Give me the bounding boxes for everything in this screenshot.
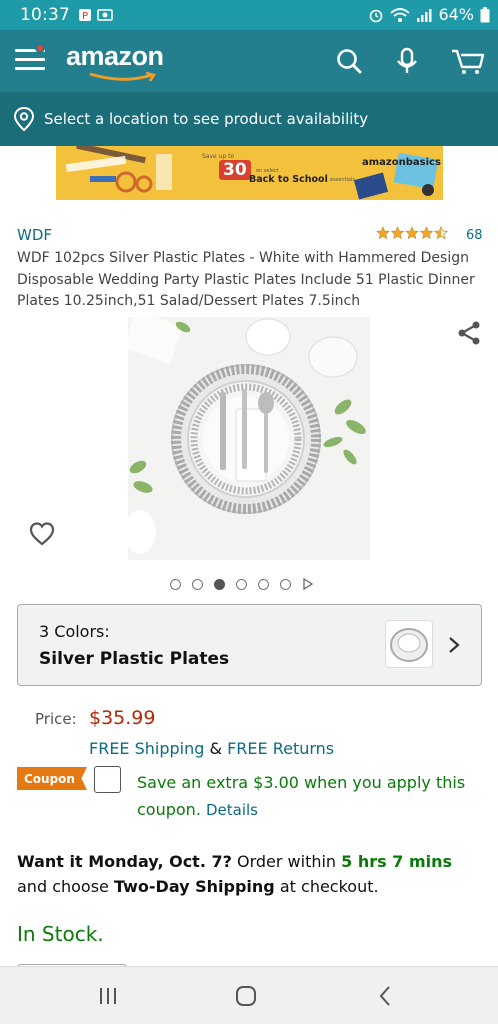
- carousel-dot[interactable]: [170, 578, 181, 590]
- play-video-icon[interactable]: [302, 578, 313, 590]
- smile-icon: [89, 72, 157, 82]
- carousel-dot[interactable]: [280, 578, 291, 590]
- banner-percent: 30: [219, 160, 251, 180]
- brand-link[interactable]: WDF: [17, 226, 52, 244]
- order-within: Order within: [231, 852, 342, 871]
- free-returns-link[interactable]: FREE Returns: [227, 739, 334, 758]
- search-icon[interactable]: [334, 46, 364, 76]
- coupon-details-link[interactable]: Details: [206, 801, 258, 819]
- star-rating[interactable]: [376, 226, 450, 240]
- at-checkout: at checkout.: [274, 877, 379, 896]
- variant-count-label: 3 Colors:: [39, 622, 110, 641]
- notification-icon: P: [79, 9, 91, 22]
- shipping-info: FREE Shipping & FREE Returns: [89, 739, 334, 758]
- coupon-text: Save an extra $3.00 when you apply this …: [137, 769, 482, 824]
- microphone-icon[interactable]: [392, 46, 422, 76]
- status-time: 10:37: [20, 5, 70, 25]
- plate-thumbnail-icon: [390, 628, 428, 662]
- color-variant-selector[interactable]: 3 Colors: Silver Plastic Plates: [17, 604, 482, 686]
- product-photo: [128, 317, 370, 560]
- product-image[interactable]: [128, 317, 370, 560]
- variant-selected-name: Silver Plastic Plates: [39, 649, 230, 669]
- product-title: WDF 102pcs Silver Plastic Plates - White…: [17, 250, 475, 309]
- app-header: amazon: [0, 30, 498, 92]
- coupon-badge: Coupon: [17, 767, 87, 790]
- carousel-dot[interactable]: [192, 578, 203, 590]
- shipping-method: Two-Day Shipping: [113, 877, 275, 896]
- price-label: Price:: [35, 710, 77, 728]
- rating-count[interactable]: 68: [466, 228, 483, 243]
- notification-dot: [35, 43, 45, 53]
- signal-icon: [417, 8, 432, 22]
- shipping-amp: &: [204, 739, 228, 758]
- cart-icon[interactable]: [450, 46, 486, 76]
- svg-text:P: P: [82, 11, 88, 22]
- promo-banner[interactable]: Save up to 30 on select Back to School e…: [56, 146, 443, 200]
- carousel-dot[interactable]: [258, 578, 269, 590]
- image-carousel-dots: [170, 578, 313, 590]
- battery-percent: 64%: [438, 5, 474, 24]
- coupon-description: Save an extra $3.00 when you apply this …: [137, 773, 466, 819]
- back-icon[interactable]: [374, 984, 398, 1008]
- price-value: $35.99: [89, 707, 156, 729]
- free-shipping-link[interactable]: FREE Shipping: [89, 739, 204, 758]
- wishlist-heart-icon[interactable]: [28, 520, 56, 548]
- status-right: 64%: [368, 5, 490, 24]
- wifi-icon: [390, 7, 411, 22]
- carousel-dot[interactable]: [236, 578, 247, 590]
- system-nav-bar: [0, 966, 498, 1024]
- recent-apps-icon[interactable]: [96, 984, 120, 1008]
- alarm-icon: [370, 9, 383, 22]
- coupon-checkbox[interactable]: [94, 766, 121, 793]
- stars-icon: [376, 226, 449, 240]
- battery-icon: [480, 6, 490, 22]
- share-icon[interactable]: [456, 320, 482, 346]
- menu-button[interactable]: [15, 43, 45, 72]
- location-pin-icon: [13, 106, 35, 132]
- photo-icon: [97, 9, 113, 21]
- carousel-dot-active[interactable]: [214, 578, 225, 590]
- banner-essentials: essentials: [330, 177, 355, 183]
- stock-status: In Stock.: [17, 922, 104, 946]
- location-text: Select a location to see product availab…: [44, 110, 369, 128]
- status-bar: 10:37 P 64%: [0, 0, 498, 30]
- home-icon[interactable]: [234, 984, 258, 1008]
- delivery-message: Want it Monday, Oct. 7? Order within 5 h…: [17, 849, 487, 899]
- banner-save-up-to: Save up to: [202, 153, 235, 160]
- time-left: 5 hrs 7 mins: [341, 852, 453, 871]
- variant-thumbnail: [385, 620, 433, 668]
- location-bar[interactable]: Select a location to see product availab…: [0, 92, 498, 146]
- banner-brand: amazonbasics: [362, 157, 441, 168]
- delivery-date: Want it Monday, Oct. 7?: [17, 852, 232, 871]
- banner-headline: Back to School: [249, 174, 328, 185]
- chevron-right-icon: [449, 637, 460, 653]
- amazon-logo[interactable]: amazon: [66, 41, 164, 82]
- choose-text: and choose: [17, 877, 114, 896]
